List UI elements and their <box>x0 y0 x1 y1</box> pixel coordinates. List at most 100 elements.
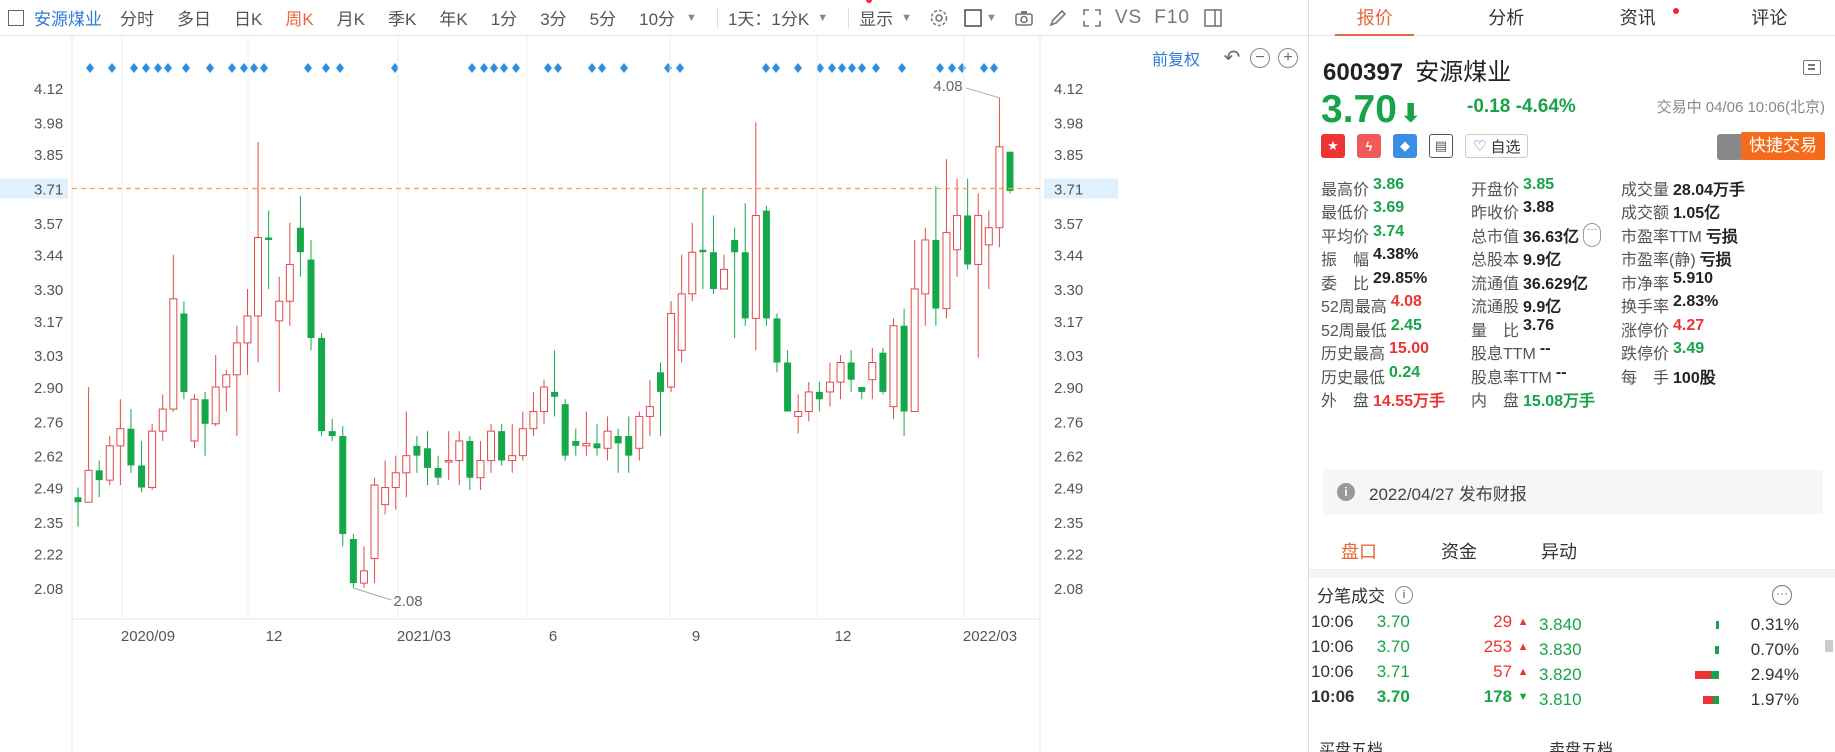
sidebar-toggle-icon[interactable] <box>1203 8 1223 28</box>
tab-0[interactable]: 报价 <box>1309 0 1441 36</box>
tick-row: 10:06 3.70 178 ▼ <box>1309 683 1534 711</box>
china-flag-icon[interactable]: ★ <box>1321 134 1345 158</box>
quote-tabs: 报价 分析 资讯 评论 <box>1309 0 1835 36</box>
zoom-out-icon[interactable]: − <box>1250 48 1270 68</box>
tab-3[interactable]: 评论 <box>1704 0 1835 35</box>
y-tick-label: 3.57 <box>1054 216 1083 233</box>
period-tab[interactable]: 月K <box>337 5 365 30</box>
stock-name[interactable]: 安源煤业 <box>34 5 102 30</box>
x-tick-label: 2021/03 <box>397 628 451 645</box>
stat-cell: 股息TTM -- <box>1471 340 1621 364</box>
dividend-marker <box>980 63 988 73</box>
camera-icon[interactable] <box>1014 8 1034 28</box>
period-tabs: 分时 多日 日K 周K 月K 季K 年K 1分 3分 5分 10分 <box>120 5 698 30</box>
tab-1[interactable]: 分析 <box>1441 0 1573 35</box>
more-icon[interactable]: ··· <box>1772 585 1792 605</box>
draw-box-icon[interactable] <box>963 8 983 28</box>
candle-body <box>677 293 686 351</box>
chevron-down-icon[interactable]: ▼ <box>901 12 912 24</box>
y-tick-label: 3.03 <box>1054 348 1083 365</box>
candle-body <box>688 251 697 295</box>
info-icon[interactable]: i <box>1395 585 1413 604</box>
candle-body <box>424 448 431 468</box>
candle-body <box>731 239 739 253</box>
stat-label: 52周最高 <box>1321 299 1387 317</box>
arrow-down-icon: ⬇ <box>1399 98 1422 128</box>
lightning-icon[interactable]: ϟ <box>1357 134 1381 158</box>
price-change: -0.18 -4.64% <box>1467 96 1576 117</box>
period-tab[interactable]: 3分 <box>540 5 566 30</box>
order-price: 3.820 <box>1539 665 1582 684</box>
range-dropdown[interactable]: 1天：1分K <box>728 5 809 30</box>
candle-body <box>296 227 304 253</box>
kline-chart[interactable]: 4.12 4.12 3.98 3.98 3.85 3.85 3.71 3.71 3.57 3.57… <box>0 36 1308 752</box>
chevron-down-icon[interactable]: ▼ <box>686 12 697 24</box>
x-tick-label: 6 <box>549 628 557 645</box>
candle-body <box>720 268 729 290</box>
stat-cell: 最低价 3.69 <box>1321 199 1471 223</box>
period-tab[interactable]: 季K <box>388 5 416 30</box>
adjust-button[interactable]: 前复权 <box>1152 46 1200 70</box>
candle-body <box>551 391 559 397</box>
stat-value: -- <box>1539 340 1551 358</box>
tab-2[interactable]: 资讯 <box>1572 0 1704 35</box>
period-tab[interactable]: 周K <box>285 5 313 30</box>
f10-button[interactable]: F10 <box>1154 7 1190 29</box>
tag-icon[interactable]: ◆ <box>1393 134 1417 158</box>
period-tab[interactable]: 年K <box>439 5 467 30</box>
sub-tab-0[interactable]: 盘口 <box>1309 534 1409 569</box>
dividend-marker <box>260 63 268 73</box>
stat-cell: 成交量 28.04万手 <box>1621 176 1831 200</box>
earnings-notice[interactable]: i 2022/04/27 发布财报 <box>1323 470 1823 514</box>
order-row: 3.840 0.31% <box>1539 612 1829 639</box>
y-tick-label: 2.08 <box>1054 581 1083 598</box>
dividend-marker <box>620 63 628 73</box>
zoom-in-icon[interactable]: + <box>1278 48 1298 68</box>
more-icon[interactable]: ··· <box>1583 222 1602 247</box>
self-select-button[interactable]: ♡ 自选 <box>1465 134 1529 158</box>
y-tick-label: 2.35 <box>1054 515 1083 532</box>
panel-toggle-icon[interactable] <box>8 9 24 26</box>
quote-panel: 报价 分析 资讯 评论 600397 安源煤业 3.70 ⬇ -0.18 -4.64% 交… <box>1308 0 1835 752</box>
bookmark-icon[interactable]: ▤ <box>1429 134 1453 158</box>
period-tab[interactable]: 多日 <box>177 5 211 30</box>
period-tab[interactable]: 5分 <box>590 5 616 30</box>
candle-body <box>328 431 336 437</box>
stat-value: 2.83% <box>1673 293 1719 311</box>
settings-icon[interactable] <box>929 8 949 28</box>
candle-body <box>635 415 644 449</box>
quick-trade-button[interactable]: 快捷交易 <box>1741 132 1825 160</box>
candle-body <box>349 538 357 584</box>
compare-button[interactable]: VS <box>1115 7 1142 29</box>
pencil-icon[interactable] <box>1048 8 1068 28</box>
stat-label: 52周最低 <box>1321 322 1387 340</box>
kline-svg[interactable]: 4.12 4.12 3.98 3.98 3.85 3.85 3.71 3.71 3.57 3.57… <box>0 36 1308 752</box>
sub-tab-2[interactable]: 异动 <box>1509 534 1609 569</box>
y-tick-label: 2.90 <box>1054 380 1083 397</box>
tick-volume: 253 <box>1483 637 1513 656</box>
reset-icon[interactable]: ↶ <box>1222 48 1242 68</box>
period-tab[interactable]: 10分 <box>639 5 675 30</box>
candle-body <box>476 460 485 479</box>
stat-cell: 昨收价 3.88 <box>1471 199 1621 223</box>
menu-icon[interactable] <box>1803 60 1821 75</box>
y-tick-label: 2.22 <box>34 547 63 564</box>
display-dropdown[interactable]: 显示 <box>859 5 893 30</box>
chevron-down-icon[interactable]: ▼ <box>986 12 997 24</box>
fullscreen-icon[interactable] <box>1082 8 1102 28</box>
candle-body <box>572 440 580 446</box>
sub-tab-1[interactable]: 资金 <box>1409 534 1509 569</box>
stat-label: 振 幅 <box>1321 252 1370 270</box>
scrollbar[interactable] <box>1825 640 1833 652</box>
stat-cell: 内 盘 15.08万手 <box>1471 387 1621 411</box>
bell-icon[interactable] <box>1717 134 1743 160</box>
period-tab[interactable]: 1分 <box>491 5 517 30</box>
dividend-marker <box>86 63 94 73</box>
stat-cell: 量 比 3.76 <box>1471 317 1621 341</box>
candle-body <box>211 386 220 425</box>
period-tab[interactable]: 分时 <box>120 5 154 30</box>
candle-body <box>402 455 411 474</box>
sell-levels-label: 卖盘五档 <box>1549 742 1614 752</box>
chevron-down-icon[interactable]: ▼ <box>817 12 828 24</box>
period-tab[interactable]: 日K <box>234 5 262 30</box>
